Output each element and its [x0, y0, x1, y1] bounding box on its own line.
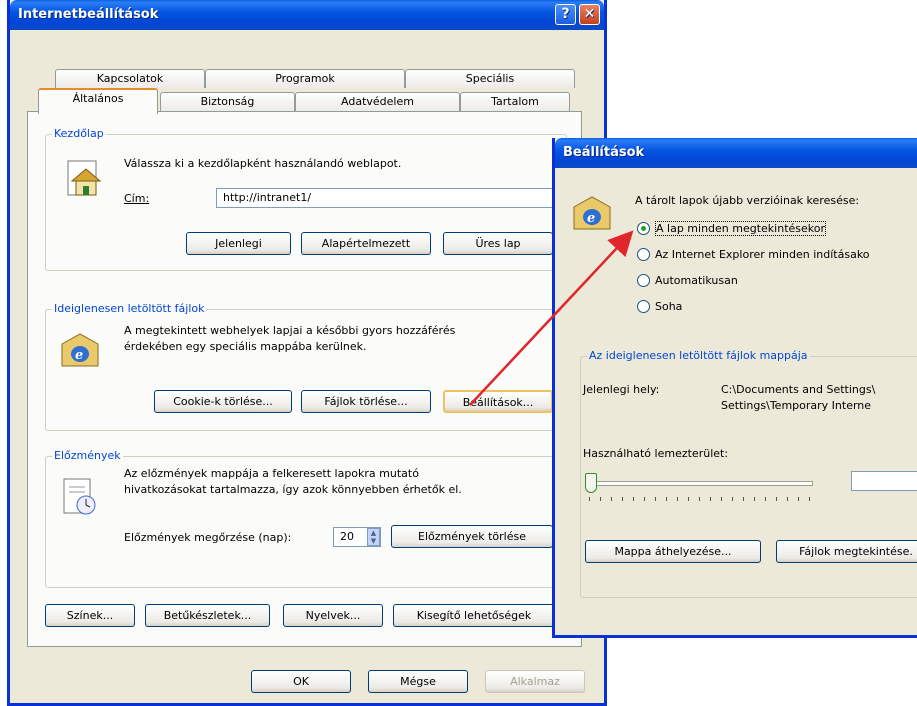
annotation-arrow-line: [469, 230, 634, 406]
tab-general[interactable]: Általános: [38, 88, 158, 114]
